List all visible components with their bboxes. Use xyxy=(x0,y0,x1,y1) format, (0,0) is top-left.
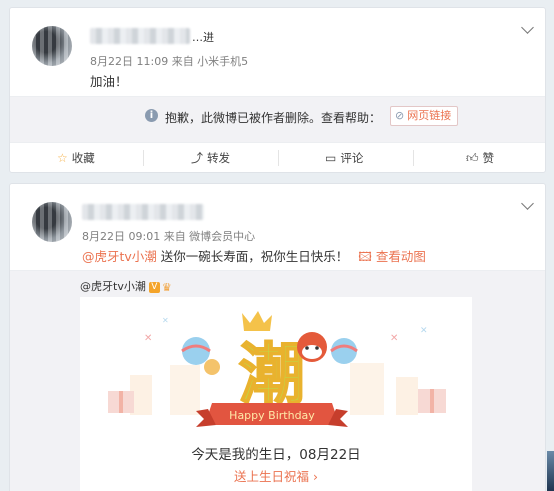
mention-link[interactable]: @虎牙tv小潮 xyxy=(82,249,157,264)
reposted-content: @虎牙tv小潮 V ♛ ✕ ✕ ✕ ✕ 潮 Happy Birthday 今天是… xyxy=(10,270,545,491)
avatar[interactable] xyxy=(32,26,72,66)
divider xyxy=(143,150,144,166)
comment-label: 评论 xyxy=(340,151,364,165)
view-animation-label: 查看动图 xyxy=(375,249,426,264)
divider xyxy=(278,150,279,166)
action-bar: ☆ 收藏 ⤴ 转发 ▭ 评论 👍︎ 赞 xyxy=(10,142,545,173)
image-icon: 🖾︎ xyxy=(358,249,376,264)
repost-author[interactable]: @虎牙tv小潮 V ♛ xyxy=(80,278,172,294)
post-body: 送你一碗长寿面，祝你生日快乐！ xyxy=(156,249,349,264)
post-meta: 8月22日 09:01 来自 微博会员中心 xyxy=(82,230,256,243)
repost-author-name: @虎牙tv小潮 xyxy=(80,280,146,293)
blurred-username[interactable] xyxy=(90,28,190,44)
favorite-button[interactable]: ☆ 收藏 xyxy=(57,143,95,173)
chevron-down-icon[interactable] xyxy=(521,21,534,34)
post-text: 加油！ xyxy=(90,74,128,89)
deleted-notice-box: i 抱歉，此微博已被作者删除。查看帮助： ⊘ 网页链接 xyxy=(10,96,545,142)
repost-label: 转发 xyxy=(207,151,231,165)
birthday-illustration: ✕ ✕ ✕ ✕ 潮 Happy Birthday xyxy=(108,311,446,427)
svg-text:✕: ✕ xyxy=(390,333,398,344)
help-link-label: 网页链接 xyxy=(407,109,452,122)
big-character: 潮 xyxy=(239,336,305,413)
info-icon: i xyxy=(145,109,158,122)
svg-text:✕: ✕ xyxy=(420,326,428,336)
birthday-card[interactable]: ✕ ✕ ✕ ✕ 潮 Happy Birthday 今天是我的生日，08月22日 xyxy=(80,297,472,491)
verified-badge-icon: V xyxy=(148,281,160,293)
favorite-label: 收藏 xyxy=(71,151,95,165)
blurred-username[interactable] xyxy=(82,204,204,220)
avatar[interactable] xyxy=(32,202,72,242)
birthday-date-text: 今天是我的生日，08月22日 xyxy=(191,447,361,463)
view-animation-link[interactable]: 🖾︎ 查看动图 xyxy=(358,249,426,264)
window-edge-strip xyxy=(547,451,554,491)
username-suffix: …进 xyxy=(192,31,214,44)
crown-icon: ♛ xyxy=(161,280,172,294)
like-button[interactable]: 👍︎ 赞 xyxy=(466,143,494,173)
post-text: @虎牙tv小潮 送你一碗长寿面，祝你生日快乐！ 🖾︎ 查看动图 xyxy=(82,246,426,269)
svg-text:✕: ✕ xyxy=(162,316,169,325)
comment-button[interactable]: ▭ 评论 xyxy=(325,143,363,173)
svg-text:✕: ✕ xyxy=(144,333,152,344)
help-web-link[interactable]: ⊘ 网页链接 xyxy=(390,106,459,126)
thumbs-up-icon: 👍︎ xyxy=(466,151,479,165)
link-icon: ⊘ xyxy=(395,109,405,122)
post-meta: 8月22日 11:09 来自 小米手机5 xyxy=(90,55,249,68)
deleted-notice-text: 抱歉，此微博已被作者删除。查看帮助： xyxy=(165,111,382,125)
chevron-down-icon[interactable] xyxy=(521,197,534,210)
weibo-post-card: …进 8月22日 11:09 来自 小米手机5 加油！ i 抱歉，此微博已被作者… xyxy=(9,7,546,173)
divider xyxy=(413,150,414,166)
ribbon-text: Happy Birthday xyxy=(229,409,315,422)
like-label: 赞 xyxy=(482,151,495,165)
repost-icon: ⤴ xyxy=(191,151,204,165)
repost-button[interactable]: ⤴ 转发 xyxy=(191,143,230,173)
weibo-post-card: 8月22日 09:01 来自 微博会员中心 @虎牙tv小潮 送你一碗长寿面，祝你… xyxy=(9,183,546,491)
star-icon: ☆ xyxy=(57,151,68,165)
send-wishes-link[interactable]: 送上生日祝福 › xyxy=(80,466,472,485)
comment-icon: ▭ xyxy=(325,151,337,165)
